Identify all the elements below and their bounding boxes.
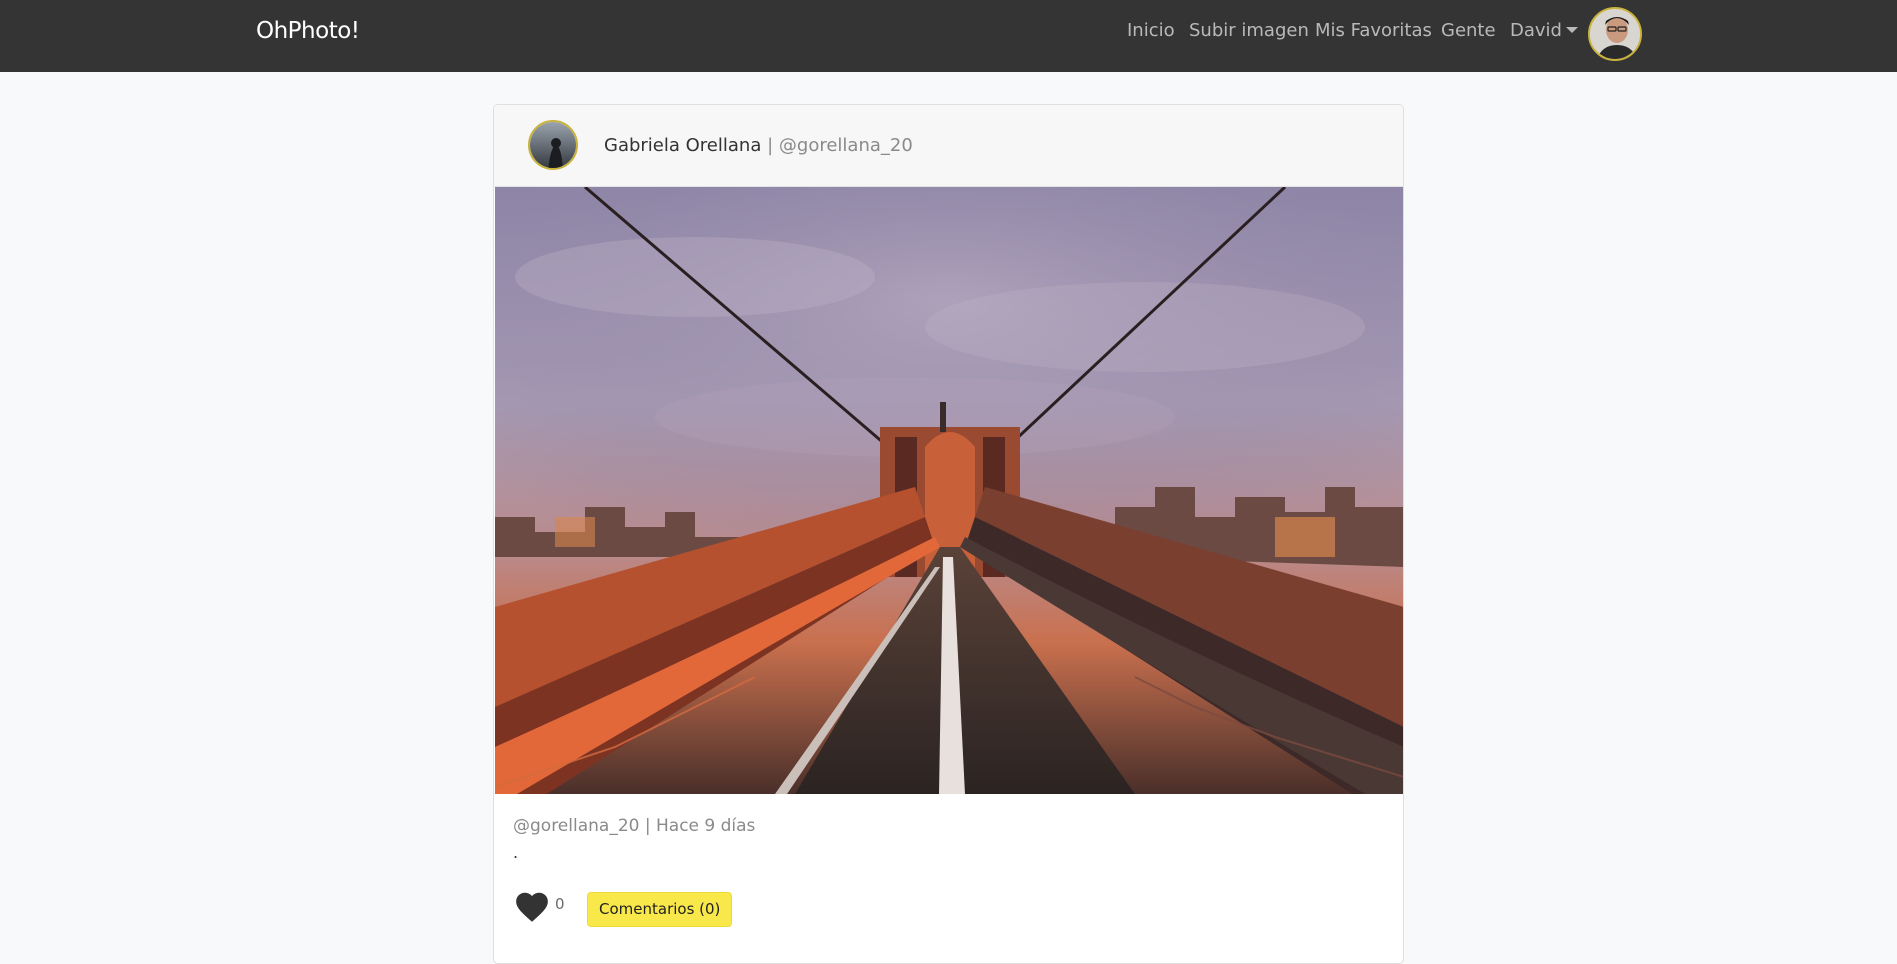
nav-subir-imagen[interactable]: Subir imagen bbox=[1189, 20, 1309, 41]
user-menu-toggle[interactable]: David bbox=[1510, 20, 1562, 41]
author-name[interactable]: Gabriela Orellana bbox=[604, 135, 761, 156]
user-avatar[interactable] bbox=[1588, 7, 1642, 61]
post-description: . bbox=[513, 843, 519, 862]
top-navbar: OhPhoto! Inicio Subir imagen Mis Favorit… bbox=[0, 0, 1897, 72]
comments-button[interactable]: Comentarios (0) bbox=[587, 892, 733, 927]
post-card: Gabriela Orellana | @gorellana_20 @gorel… bbox=[493, 104, 1404, 964]
author-separator: | bbox=[767, 135, 774, 156]
post-meta: @gorellana_20 | Hace 9 días bbox=[513, 816, 756, 836]
author-handle[interactable]: @gorellana_20 bbox=[779, 135, 913, 156]
author-avatar[interactable] bbox=[528, 120, 578, 170]
nav-inicio[interactable]: Inicio bbox=[1127, 20, 1175, 41]
heart-icon[interactable] bbox=[513, 888, 551, 926]
nav-gente[interactable]: Gente bbox=[1441, 20, 1496, 41]
like-count: 0 bbox=[555, 895, 565, 913]
nav-mis-favoritas[interactable]: Mis Favoritas bbox=[1315, 20, 1432, 41]
post-header: Gabriela Orellana | @gorellana_20 bbox=[494, 105, 1403, 187]
post-photo[interactable] bbox=[495, 187, 1403, 794]
author-line: Gabriela Orellana | @gorellana_20 bbox=[604, 135, 913, 156]
caret-down-icon[interactable] bbox=[1566, 27, 1578, 33]
